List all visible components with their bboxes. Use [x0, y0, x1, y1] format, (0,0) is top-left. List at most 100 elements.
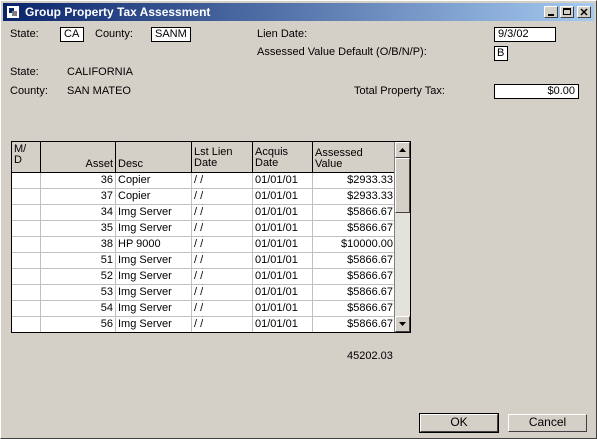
- col-header-desc[interactable]: Desc: [116, 142, 192, 172]
- cell-md[interactable]: [12, 253, 41, 269]
- cell-lien[interactable]: / /: [192, 237, 253, 253]
- lien-date-label: Lien Date:: [257, 28, 308, 40]
- cell-md[interactable]: [12, 205, 41, 221]
- table-row[interactable]: 52 Img Server / /01/01/01 $5866.67: [12, 269, 395, 285]
- cell-value[interactable]: $5866.67: [313, 301, 395, 317]
- lien-date-input[interactable]: 9/3/02: [494, 27, 556, 42]
- cell-asset[interactable]: 37: [41, 189, 116, 205]
- ok-button[interactable]: OK: [419, 413, 499, 433]
- cell-acq[interactable]: 01/01/01: [253, 301, 313, 317]
- close-button[interactable]: [577, 6, 591, 18]
- cell-lien[interactable]: / /: [192, 221, 253, 237]
- total-tax-input[interactable]: $0.00: [494, 84, 579, 99]
- minimize-button[interactable]: [544, 6, 558, 18]
- cell-acq[interactable]: 01/01/01: [253, 285, 313, 301]
- cell-value[interactable]: $5866.67: [313, 269, 395, 285]
- cell-desc[interactable]: Img Server: [116, 317, 192, 332]
- cell-value[interactable]: $5866.67: [313, 253, 395, 269]
- cell-lien[interactable]: / /: [192, 317, 253, 332]
- cell-acq[interactable]: 01/01/01: [253, 173, 313, 189]
- cell-acq[interactable]: 01/01/01: [253, 237, 313, 253]
- cell-lien[interactable]: / /: [192, 189, 253, 205]
- scroll-down-button[interactable]: [395, 316, 410, 332]
- cell-acq[interactable]: 01/01/01: [253, 221, 313, 237]
- cell-desc[interactable]: Img Server: [116, 205, 192, 221]
- cell-desc[interactable]: Img Server: [116, 285, 192, 301]
- cell-value[interactable]: $2933.33: [313, 173, 395, 189]
- grid-total-value: 45202.03: [347, 350, 393, 362]
- cell-md[interactable]: [12, 285, 41, 301]
- cell-asset[interactable]: 36: [41, 173, 116, 189]
- table-row[interactable]: 54 Img Server / /01/01/01 $5866.67: [12, 301, 395, 317]
- cell-md[interactable]: [12, 173, 41, 189]
- total-tax-label: Total Property Tax:: [354, 85, 445, 97]
- cell-md[interactable]: [12, 269, 41, 285]
- col-header-md[interactable]: M/ D: [12, 142, 41, 172]
- table-row[interactable]: 35 Img Server / /01/01/01 $5866.67: [12, 221, 395, 237]
- col-header-asset[interactable]: Asset: [41, 142, 116, 172]
- assessed-default-input[interactable]: B: [494, 46, 508, 61]
- cancel-button[interactable]: Cancel: [508, 414, 587, 432]
- cell-acq[interactable]: 01/01/01: [253, 189, 313, 205]
- col-header-line: Date: [194, 157, 218, 169]
- window-title: Group Property Tax Assessment: [25, 5, 211, 19]
- cell-asset[interactable]: 35: [41, 221, 116, 237]
- cell-desc[interactable]: Img Server: [116, 253, 192, 269]
- cell-lien[interactable]: / /: [192, 253, 253, 269]
- table-row[interactable]: 36 Copier / /01/01/01 $2933.33: [12, 173, 395, 189]
- cell-value[interactable]: $10000.00: [313, 237, 395, 253]
- cell-desc[interactable]: Copier: [116, 173, 192, 189]
- scroll-up-button[interactable]: [395, 142, 410, 158]
- table-row[interactable]: 51 Img Server / /01/01/01 $5866.67: [12, 253, 395, 269]
- vertical-scrollbar[interactable]: [394, 142, 410, 332]
- cell-acq[interactable]: 01/01/01: [253, 205, 313, 221]
- cell-acq[interactable]: 01/01/01: [253, 269, 313, 285]
- col-header-lien-date[interactable]: Lst Lien Date: [192, 142, 253, 172]
- state-input[interactable]: CA: [60, 27, 84, 42]
- cell-desc[interactable]: Img Server: [116, 221, 192, 237]
- cell-md[interactable]: [12, 221, 41, 237]
- cell-asset[interactable]: 56: [41, 317, 116, 332]
- cell-md[interactable]: [12, 189, 41, 205]
- county-input[interactable]: SANM: [151, 27, 191, 42]
- cell-md[interactable]: [12, 301, 41, 317]
- maximize-button[interactable]: [560, 6, 574, 18]
- state-full-value: CALIFORNIA: [67, 66, 134, 78]
- cell-desc[interactable]: Copier: [116, 189, 192, 205]
- table-row[interactable]: 38 HP 9000 / /01/01/01 $10000.00: [12, 237, 395, 253]
- cell-asset[interactable]: 51: [41, 253, 116, 269]
- cell-lien[interactable]: / /: [192, 285, 253, 301]
- scroll-thumb[interactable]: [395, 158, 410, 213]
- cell-asset[interactable]: 38: [41, 237, 116, 253]
- cell-asset[interactable]: 52: [41, 269, 116, 285]
- cell-lien[interactable]: / /: [192, 205, 253, 221]
- cell-asset[interactable]: 53: [41, 285, 116, 301]
- cell-value[interactable]: $5866.67: [313, 317, 395, 332]
- cell-md[interactable]: [12, 237, 41, 253]
- table-row[interactable]: 53 Img Server / /01/01/01 $5866.67: [12, 285, 395, 301]
- title-bar[interactable]: Group Property Tax Assessment: [3, 3, 594, 21]
- cell-asset[interactable]: 34: [41, 205, 116, 221]
- cell-value[interactable]: $5866.67: [313, 205, 395, 221]
- table-row[interactable]: 34 Img Server / /01/01/01 $5866.67: [12, 205, 395, 221]
- cell-lien[interactable]: / /: [192, 301, 253, 317]
- cell-value[interactable]: $5866.67: [313, 285, 395, 301]
- cell-value[interactable]: $5866.67: [313, 221, 395, 237]
- cell-desc[interactable]: Img Server: [116, 269, 192, 285]
- table-row[interactable]: 37 Copier / /01/01/01 $2933.33: [12, 189, 395, 205]
- cell-lien[interactable]: / /: [192, 269, 253, 285]
- asset-grid[interactable]: M/ D Asset Desc Lst Lien Date Acquis Dat…: [11, 141, 411, 333]
- cell-asset[interactable]: 54: [41, 301, 116, 317]
- dialog-window: Group Property Tax Assessment State: CA …: [0, 0, 597, 439]
- table-row[interactable]: 56 Img Server / /01/01/01 $5866.67: [12, 317, 395, 332]
- cell-value[interactable]: $2933.33: [313, 189, 395, 205]
- cell-acq[interactable]: 01/01/01: [253, 317, 313, 332]
- cell-desc[interactable]: Img Server: [116, 301, 192, 317]
- cell-md[interactable]: [12, 317, 41, 332]
- cell-lien[interactable]: / /: [192, 173, 253, 189]
- col-header-assessed-value[interactable]: Assessed Value: [313, 142, 395, 172]
- col-header-acquis-date[interactable]: Acquis Date: [253, 142, 313, 172]
- close-icon: [580, 8, 588, 16]
- cell-desc[interactable]: HP 9000: [116, 237, 192, 253]
- cell-acq[interactable]: 01/01/01: [253, 253, 313, 269]
